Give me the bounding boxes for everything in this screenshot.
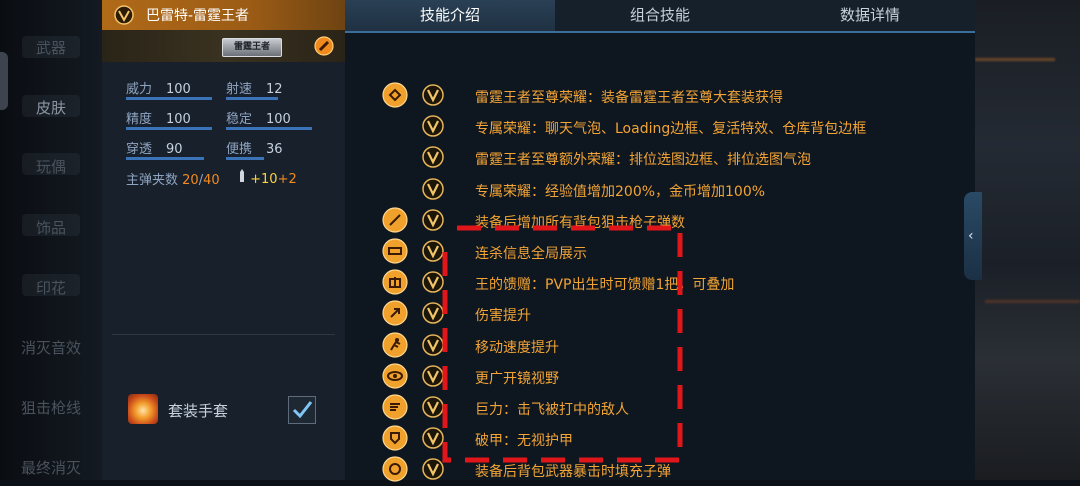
nav-item-skin[interactable]: 皮肤 — [0, 97, 102, 118]
stat-bar — [226, 127, 312, 130]
red-annotation-box — [442, 225, 683, 463]
weapon-stats-panel: 巴雷特-雷霆王者 雷霆王者 威力 100 射速 12 精度 100 稳定 100 穿透 9… — [102, 0, 345, 480]
stat-accuracy: 精度 100 — [126, 108, 212, 130]
nav-item-accessory[interactable]: 饰品 — [0, 217, 102, 238]
light-streak — [985, 300, 1080, 303]
bullet-icon — [238, 169, 250, 187]
weapon-title-bar: 巴雷特-雷霆王者 — [102, 0, 345, 30]
thunder-king-badge: 雷霆王者 — [222, 38, 282, 57]
panel-divider — [112, 334, 335, 335]
nav-item-decal[interactable]: 印花 — [0, 277, 102, 298]
background-scene — [975, 0, 1080, 480]
stat-bar — [126, 157, 204, 160]
suit-glove-checkbox[interactable] — [288, 396, 316, 424]
stat-bar — [126, 127, 212, 130]
check-icon — [292, 401, 313, 419]
nav-item-sniper-line[interactable]: 狙击枪线 — [0, 397, 102, 418]
chevron-left-icon: ‹ — [968, 228, 974, 244]
magazine-count: 主弹夹数 20/40 — [126, 173, 220, 188]
stat-bar — [226, 97, 278, 100]
v-rank-icon — [114, 5, 134, 29]
stat-bar — [226, 157, 264, 160]
glove-icon — [128, 394, 158, 424]
stat-portability: 便携 36 — [226, 138, 312, 160]
nav-item-weapon[interactable]: 武器 — [0, 37, 102, 58]
stat-power: 威力 100 — [126, 78, 212, 100]
suit-glove-label: 套装手套 — [168, 402, 229, 420]
nav-item-kill-sound[interactable]: 消灭音效 — [0, 337, 102, 358]
bullet-orb-icon[interactable] — [314, 36, 334, 60]
light-streak — [975, 58, 1055, 61]
weapon-name: 巴雷特-雷霆王者 — [146, 8, 250, 24]
category-sidebar: 武器 皮肤 玩偶 饰品 印花 消灭音效 狙击枪线 最终消灭 — [0, 0, 102, 480]
stat-fire-rate: 射速 12 — [226, 78, 312, 100]
skill-panel: 技能介绍 组合技能 数据详情 雷霆王者至尊荣耀：装备雷霆王者至尊大套装获得 专属荣… — [345, 0, 975, 482]
ammo-bonus: +10+2 — [238, 169, 297, 187]
stat-bar — [126, 97, 212, 100]
nav-item-doll[interactable]: 玩偶 — [0, 156, 102, 177]
nav-item-final-kill[interactable]: 最终消灭 — [0, 457, 102, 478]
stat-penetration: 穿透 90 — [126, 138, 212, 160]
side-panel-toggle[interactable]: ‹ — [964, 192, 982, 280]
stat-stability: 稳定 100 — [226, 108, 312, 130]
badge-row: 雷霆王者 — [102, 30, 345, 62]
